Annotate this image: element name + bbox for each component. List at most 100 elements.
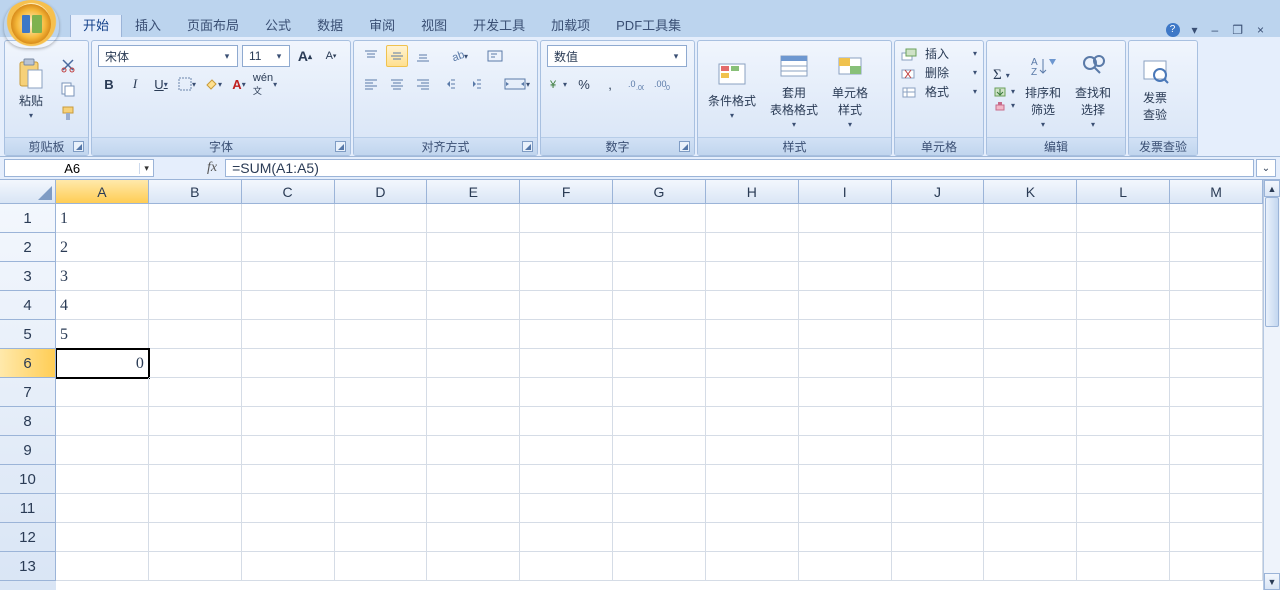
column-header[interactable]: K (984, 180, 1077, 204)
minimize-button[interactable]: – (1210, 23, 1221, 37)
column-header[interactable]: M (1170, 180, 1263, 204)
cell-L7[interactable] (1077, 378, 1170, 407)
column-header[interactable]: B (149, 180, 242, 204)
cell-H7[interactable] (706, 378, 799, 407)
align-top-button[interactable] (360, 45, 382, 67)
grow-font-button[interactable]: A▴ (294, 45, 316, 67)
cell-B2[interactable] (149, 233, 242, 262)
cell-L13[interactable] (1077, 552, 1170, 581)
cell-E4[interactable] (427, 291, 520, 320)
cell-C10[interactable] (242, 465, 335, 494)
scroll-up-button[interactable]: ▲ (1264, 180, 1280, 197)
cell-J1[interactable] (892, 204, 985, 233)
cell-M8[interactable] (1170, 407, 1263, 436)
cell-B11[interactable] (149, 494, 242, 523)
cell-E2[interactable] (427, 233, 520, 262)
restore-button[interactable]: ❐ (1230, 23, 1245, 37)
row-header[interactable]: 2 (0, 233, 56, 262)
conditional-format-button[interactable]: 条件格式▾ (704, 56, 760, 122)
cell-L2[interactable] (1077, 233, 1170, 262)
cell-K8[interactable] (984, 407, 1077, 436)
cell-I6[interactable] (799, 349, 892, 378)
row-header[interactable]: 4 (0, 291, 56, 320)
cell-E11[interactable] (427, 494, 520, 523)
cell-L8[interactable] (1077, 407, 1170, 436)
scroll-down-button[interactable]: ▼ (1264, 573, 1280, 590)
cell-C1[interactable] (242, 204, 335, 233)
cell-C2[interactable] (242, 233, 335, 262)
fx-icon[interactable]: fx (199, 157, 225, 179)
cell-M10[interactable] (1170, 465, 1263, 494)
font-size-combo[interactable]: 11 ▾ (242, 45, 290, 67)
cell-I5[interactable] (799, 320, 892, 349)
cell-D7[interactable] (335, 378, 428, 407)
cell-D3[interactable] (335, 262, 428, 291)
cell-D11[interactable] (335, 494, 428, 523)
cell-C4[interactable] (242, 291, 335, 320)
cell-L11[interactable] (1077, 494, 1170, 523)
align-right-button[interactable] (412, 73, 434, 95)
cell-F12[interactable] (520, 523, 613, 552)
cell-M12[interactable] (1170, 523, 1263, 552)
name-box[interactable]: ▾ (4, 159, 154, 177)
cell-H10[interactable] (706, 465, 799, 494)
align-center-button[interactable] (386, 73, 408, 95)
row-header[interactable]: 6 (0, 349, 56, 378)
cell-B10[interactable] (149, 465, 242, 494)
cell-K13[interactable] (984, 552, 1077, 581)
clear-button[interactable]: ▾ (993, 100, 1015, 112)
cell-A5[interactable]: 5 (56, 320, 149, 349)
cell-D13[interactable] (335, 552, 428, 581)
cell-B3[interactable] (149, 262, 242, 291)
paste-button[interactable]: 粘贴 ▾ (11, 56, 51, 122)
cell-B6[interactable] (149, 349, 242, 378)
cell-A3[interactable]: 3 (56, 262, 149, 291)
cell-H3[interactable] (706, 262, 799, 291)
cell-J11[interactable] (892, 494, 985, 523)
cell-J4[interactable] (892, 291, 985, 320)
phonetic-button[interactable]: wén文▾ (254, 73, 276, 95)
merge-center-button[interactable]: ▾ (500, 73, 534, 95)
cell-G12[interactable] (613, 523, 706, 552)
cell-G9[interactable] (613, 436, 706, 465)
cell-G6[interactable] (613, 349, 706, 378)
cell-D1[interactable] (335, 204, 428, 233)
insert-cells-button[interactable]: 插入▾ (901, 45, 977, 62)
cell-D9[interactable] (335, 436, 428, 465)
cell-I9[interactable] (799, 436, 892, 465)
cell-styles-button[interactable]: 单元格 样式▾ (828, 48, 872, 131)
vertical-scrollbar[interactable]: ▲ ▼ (1263, 180, 1280, 590)
cell-G7[interactable] (613, 378, 706, 407)
cell-M1[interactable] (1170, 204, 1263, 233)
row-header[interactable]: 7 (0, 378, 56, 407)
cell-K4[interactable] (984, 291, 1077, 320)
row-header[interactable]: 11 (0, 494, 56, 523)
cell-I4[interactable] (799, 291, 892, 320)
scroll-thumb[interactable] (1265, 197, 1279, 327)
cell-I11[interactable] (799, 494, 892, 523)
cell-F6[interactable] (520, 349, 613, 378)
cell-J7[interactable] (892, 378, 985, 407)
cell-J2[interactable] (892, 233, 985, 262)
cell-D4[interactable] (335, 291, 428, 320)
cell-H13[interactable] (706, 552, 799, 581)
row-header[interactable]: 13 (0, 552, 56, 581)
cell-I8[interactable] (799, 407, 892, 436)
cell-L10[interactable] (1077, 465, 1170, 494)
cell-K6[interactable] (984, 349, 1077, 378)
cell-A8[interactable] (56, 407, 149, 436)
cell-G5[interactable] (613, 320, 706, 349)
cell-H6[interactable] (706, 349, 799, 378)
cell-L12[interactable] (1077, 523, 1170, 552)
cell-G2[interactable] (613, 233, 706, 262)
format-cells-button[interactable]: 格式▾ (901, 83, 977, 100)
cell-J5[interactable] (892, 320, 985, 349)
column-header[interactable]: J (892, 180, 985, 204)
cell-H9[interactable] (706, 436, 799, 465)
cell-B8[interactable] (149, 407, 242, 436)
cell-E13[interactable] (427, 552, 520, 581)
cell-K9[interactable] (984, 436, 1077, 465)
cell-J8[interactable] (892, 407, 985, 436)
cell-K7[interactable] (984, 378, 1077, 407)
cell-A4[interactable]: 4 (56, 291, 149, 320)
